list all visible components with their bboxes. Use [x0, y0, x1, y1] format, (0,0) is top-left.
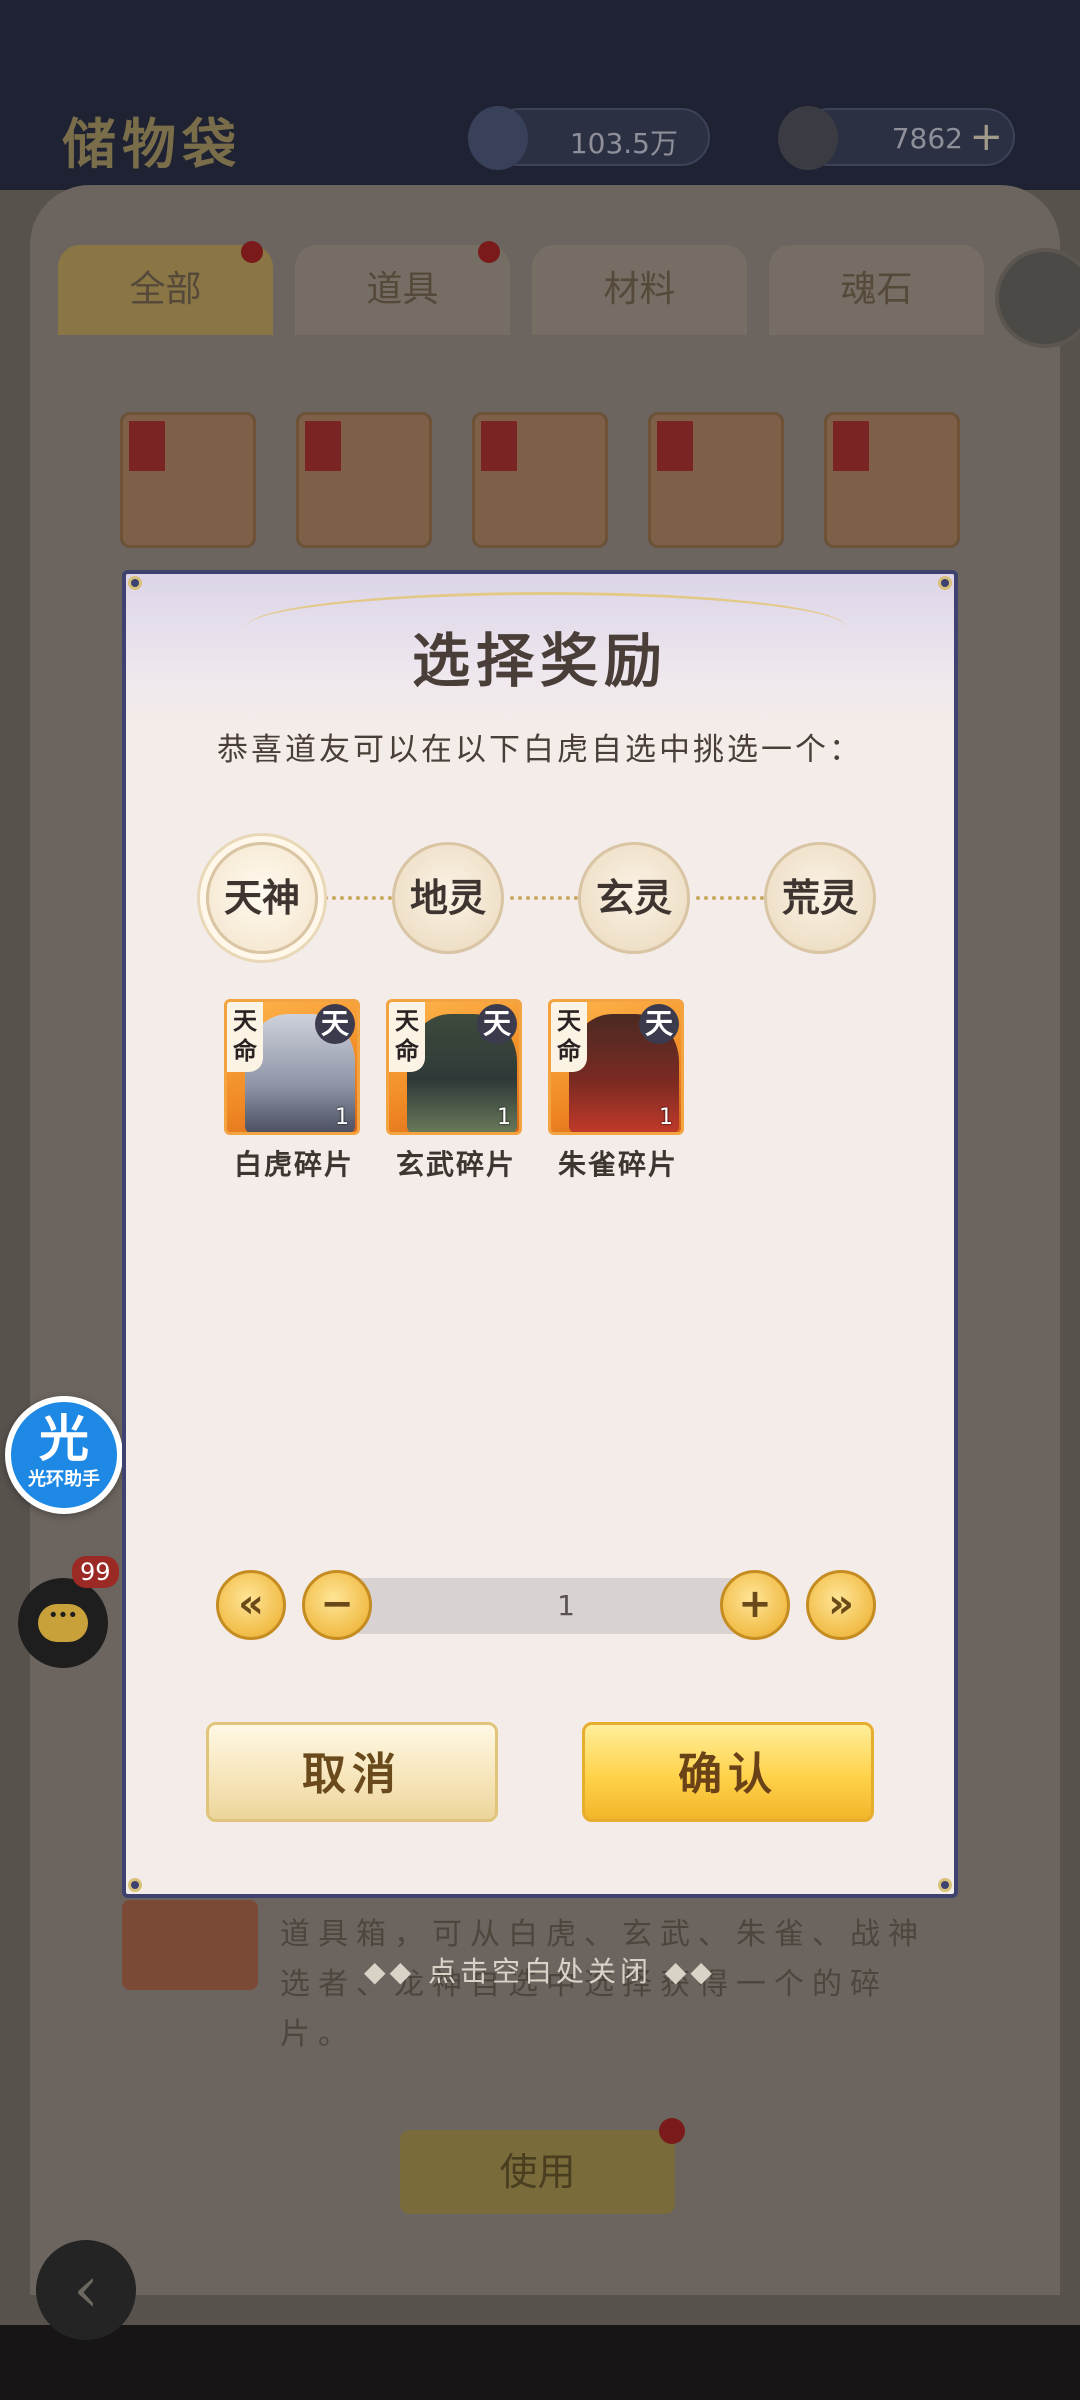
inventory-item[interactable]: [472, 412, 608, 548]
choice-connector: [510, 896, 578, 900]
reward-name: 玄武碎片: [395, 1148, 516, 1181]
resource-energy[interactable]: 7862 +: [778, 106, 1015, 170]
choice-diling[interactable]: 地灵: [392, 842, 504, 954]
choice-selector: 天神 地灵 玄灵 荒灵: [206, 842, 886, 962]
use-button-label: 使用: [499, 2150, 576, 2194]
dialog-title: 选择奖励: [411, 627, 668, 695]
tab-materials[interactable]: 材料: [532, 245, 747, 335]
screen-title: 储物袋: [62, 112, 242, 176]
reward-item-baihu[interactable]: 天命 天 1 白虎碎片: [224, 999, 364, 1183]
corner-ornament: [128, 1878, 142, 1892]
tab-label: 全部: [129, 269, 202, 310]
lightning-icon: [778, 106, 838, 170]
chat-badge: 99: [72, 1556, 119, 1588]
reward-card: 天命 天 1: [548, 999, 684, 1135]
back-arrow-icon[interactable]: ‹: [36, 2240, 136, 2340]
inventory-item[interactable]: [648, 412, 784, 548]
inventory-item[interactable]: [824, 412, 960, 548]
choice-connector: [696, 896, 764, 900]
dialog-subtitle: 恭喜道友可以在以下白虎自选中挑选一个：: [217, 732, 863, 768]
rarity-tag: 天命: [551, 1002, 587, 1072]
quantity-minus-button[interactable]: −: [302, 1570, 372, 1640]
chat-bubble-icon: [38, 1598, 88, 1642]
choice-huangling[interactable]: 荒灵: [764, 842, 876, 954]
tab-label: 材料: [603, 269, 676, 310]
chat-float-button[interactable]: 99: [18, 1556, 119, 1668]
spirit-stone-icon: [468, 106, 528, 170]
assistant-label: 光环助手: [28, 1469, 100, 1490]
quantity-last-button[interactable]: »: [806, 1570, 876, 1640]
reward-card: 天命 天 1: [386, 999, 522, 1135]
quantity-value[interactable]: 1: [356, 1578, 776, 1634]
corner-ornament: [128, 576, 142, 590]
notification-dot: [478, 241, 500, 263]
corner-ornament: [938, 576, 952, 590]
select-reward-dialog: 选择奖励 恭喜道友可以在以下白虎自选中挑选一个： 天神 地灵 玄灵 荒灵 天命 …: [122, 570, 958, 1898]
quantity-first-button[interactable]: «: [216, 1570, 286, 1640]
add-icon[interactable]: +: [969, 114, 1003, 160]
choice-connector: [324, 896, 392, 900]
tab-all[interactable]: 全部: [58, 241, 273, 335]
item-count: 1: [659, 1105, 673, 1130]
use-button[interactable]: 使用: [400, 2118, 685, 2214]
tab-label: 道具: [366, 269, 439, 310]
quantity-plus-button[interactable]: +: [720, 1570, 790, 1640]
notification-dot: [659, 2118, 685, 2144]
resource-spirit-stone[interactable]: 103.5万: [468, 106, 710, 170]
inventory-item[interactable]: [120, 412, 256, 548]
item-count: 1: [335, 1105, 349, 1130]
top-bar: 储物袋 103.5万 7862 +: [0, 0, 1080, 190]
rank-badge: 天: [315, 1004, 355, 1044]
tab-label: 魂石: [840, 269, 913, 310]
choice-tianshen[interactable]: 天神: [206, 842, 318, 954]
assistant-float-button[interactable]: 光 光环助手: [5, 1396, 123, 1514]
reward-card: 天命 天 1: [224, 999, 360, 1135]
choice-xuanling[interactable]: 玄灵: [578, 842, 690, 954]
reward-name: 朱雀碎片: [557, 1148, 678, 1181]
rarity-tag: 天命: [389, 1002, 425, 1072]
resource-value: 103.5万: [569, 127, 678, 160]
assistant-icon: 光: [39, 1410, 89, 1468]
cancel-button[interactable]: 取消: [206, 1722, 498, 1822]
bottom-bar: [0, 2325, 1080, 2400]
reward-item-xuanwu[interactable]: 天命 天 1 玄武碎片: [386, 999, 526, 1183]
rarity-tag: 天命: [227, 1002, 263, 1072]
quantity-stepper: « 1 − + »: [216, 1564, 876, 1644]
resource-value: 7862: [891, 122, 963, 155]
confirm-button[interactable]: 确认: [582, 1722, 874, 1822]
item-count: 1: [497, 1105, 511, 1130]
inventory-item[interactable]: [296, 412, 432, 548]
tab-items[interactable]: 道具: [295, 241, 510, 335]
rank-badge: 天: [477, 1004, 517, 1044]
reward-name: 白虎碎片: [233, 1148, 354, 1181]
close-hint[interactable]: ◆◆ 点击空白处关闭 ◆◆: [0, 1950, 1080, 1990]
rank-badge: 天: [639, 1004, 679, 1044]
reward-item-zhuque[interactable]: 天命 天 1 朱雀碎片: [548, 999, 688, 1183]
corner-ornament: [938, 1878, 952, 1892]
tab-soulstones[interactable]: 魂石: [769, 245, 984, 335]
notification-dot: [241, 241, 263, 263]
